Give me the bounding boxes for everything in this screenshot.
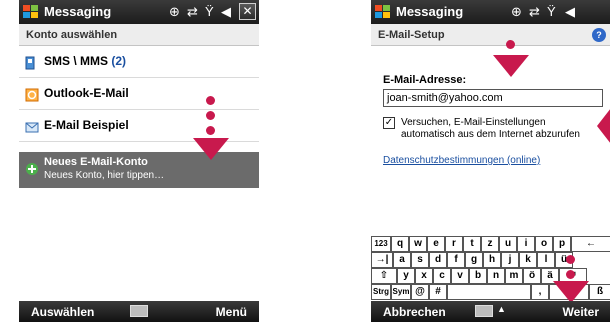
soft-key-bar: Auswählen Menü — [19, 301, 259, 322]
annotation-arrow-down — [553, 281, 589, 303]
annotation-dot — [206, 96, 215, 105]
key-sym[interactable]: Sym — [391, 284, 411, 300]
page-title: Konto auswählen — [19, 24, 259, 46]
close-button[interactable]: ✕ — [239, 3, 256, 20]
key-oe[interactable]: ö — [523, 268, 541, 284]
left-screen: Messaging ⊕ ⇄ Ÿ ◀ ✕ Konto auswählen SMS … — [19, 0, 259, 322]
account-item-sms[interactable]: SMS \ MMS (2) — [19, 47, 259, 78]
page-title: E-Mail-Setup — [371, 24, 610, 46]
key-m[interactable]: m — [505, 268, 523, 284]
key-at[interactable]: @ — [411, 284, 429, 300]
key-l[interactable]: l — [537, 252, 555, 268]
key-123[interactable]: 123 — [371, 236, 391, 252]
app-title: Messaging — [396, 4, 464, 19]
softkey-select[interactable]: Auswählen — [31, 305, 94, 319]
softkey-menu[interactable]: Menü — [216, 305, 247, 319]
softkey-next[interactable]: Weiter — [563, 305, 599, 319]
title-bar: Messaging ⊕ ⇄ Ÿ ◀ — [371, 0, 610, 24]
key-p[interactable]: p — [553, 236, 571, 252]
key-comma[interactable]: , — [531, 284, 549, 300]
key-backspace[interactable]: ← — [571, 236, 610, 252]
annotation-arrow-down — [493, 55, 529, 77]
key-d[interactable]: d — [429, 252, 447, 268]
annotation-dot — [566, 255, 575, 264]
key-k[interactable]: k — [519, 252, 537, 268]
title-bar: Messaging ⊕ ⇄ Ÿ ◀ ✕ — [19, 0, 259, 24]
key-shift[interactable]: ⇧ — [371, 268, 397, 284]
new-account-icon — [26, 163, 38, 175]
annotation-dot — [506, 40, 515, 49]
key-eszett[interactable]: ß — [589, 284, 610, 300]
right-screen: Messaging ⊕ ⇄ Ÿ ◀ E-Mail-Setup ? E-Mail-… — [371, 0, 610, 322]
keyboard-icon[interactable] — [475, 305, 493, 317]
key-r[interactable]: r — [445, 236, 463, 252]
keyboard-icon[interactable] — [130, 305, 148, 317]
annotation-dot — [566, 270, 575, 279]
key-y[interactable]: y — [397, 268, 415, 284]
key-tab[interactable]: →| — [371, 252, 393, 268]
signal-icon[interactable]: Ÿ — [205, 4, 214, 20]
key-w[interactable]: w — [409, 236, 427, 252]
connectivity-icon[interactable]: ⊕ — [169, 4, 180, 20]
windows-logo-icon[interactable] — [374, 3, 392, 21]
key-hash[interactable]: # — [429, 284, 447, 300]
email-field[interactable]: joan-smith@yahoo.com — [383, 89, 603, 107]
key-g[interactable]: g — [465, 252, 483, 268]
key-j[interactable]: j — [501, 252, 519, 268]
key-b[interactable]: b — [469, 268, 487, 284]
account-sublabel: Neues Konto, hier tippen… — [44, 170, 165, 181]
volume-icon[interactable]: ◀ — [565, 4, 575, 20]
sync-icon[interactable]: ⇄ — [187, 4, 198, 20]
email-icon — [25, 122, 39, 133]
auto-settings-checkbox[interactable]: ✓ — [383, 117, 395, 129]
annotation-arrow-left — [597, 108, 610, 144]
status-tray: ⊕ ⇄ Ÿ ◀ — [169, 4, 239, 20]
key-i[interactable]: i — [517, 236, 535, 252]
key-ctrl[interactable]: Strg — [371, 284, 391, 300]
key-n[interactable]: n — [487, 268, 505, 284]
key-x[interactable]: x — [415, 268, 433, 284]
key-o[interactable]: o — [535, 236, 553, 252]
key-f[interactable]: f — [447, 252, 465, 268]
key-z[interactable]: z — [481, 236, 499, 252]
key-h[interactable]: h — [483, 252, 501, 268]
privacy-link[interactable]: Datenschutzbestimmungen (online) — [383, 155, 540, 166]
windows-logo-icon[interactable] — [22, 3, 40, 21]
connectivity-icon[interactable]: ⊕ — [511, 4, 522, 20]
key-a[interactable]: a — [393, 252, 411, 268]
soft-key-bar: Abbrechen ▲ Weiter — [371, 301, 610, 322]
volume-icon[interactable]: ◀ — [221, 4, 231, 20]
key-v[interactable]: v — [451, 268, 469, 284]
auto-settings-label: Versuchen, E-Mail-Einstellungen automati… — [401, 117, 580, 140]
sync-icon[interactable]: ⇄ — [529, 4, 540, 20]
help-icon[interactable]: ? — [592, 28, 606, 42]
account-item-outlook[interactable]: Outlook-E-Mail — [19, 79, 259, 110]
annotation-dot — [206, 126, 215, 135]
signal-icon[interactable]: Ÿ — [547, 4, 556, 20]
annotation-dot — [206, 111, 215, 120]
key-t[interactable]: t — [463, 236, 481, 252]
key-s[interactable]: s — [411, 252, 429, 268]
key-q[interactable]: q — [391, 236, 409, 252]
sms-icon — [25, 56, 35, 70]
key-u[interactable]: u — [499, 236, 517, 252]
outlook-icon — [25, 88, 39, 102]
input-menu-caret-icon[interactable]: ▲ — [497, 304, 506, 314]
account-label: Neues E-Mail-Konto — [44, 156, 148, 168]
softkey-cancel[interactable]: Abbrechen — [383, 305, 446, 319]
status-tray: ⊕ ⇄ Ÿ ◀ — [511, 4, 591, 20]
email-label: E-Mail-Adresse: — [383, 74, 467, 86]
app-title: Messaging — [44, 4, 112, 19]
unread-count: (2) — [111, 54, 127, 68]
account-label: Outlook-E-Mail — [44, 86, 129, 100]
account-label: E-Mail Beispiel — [44, 118, 129, 132]
annotation-arrow-down — [193, 138, 229, 160]
account-label: SMS \ MMS — [44, 54, 109, 68]
key-space[interactable] — [447, 284, 531, 300]
key-e[interactable]: e — [427, 236, 445, 252]
key-c[interactable]: c — [433, 268, 451, 284]
